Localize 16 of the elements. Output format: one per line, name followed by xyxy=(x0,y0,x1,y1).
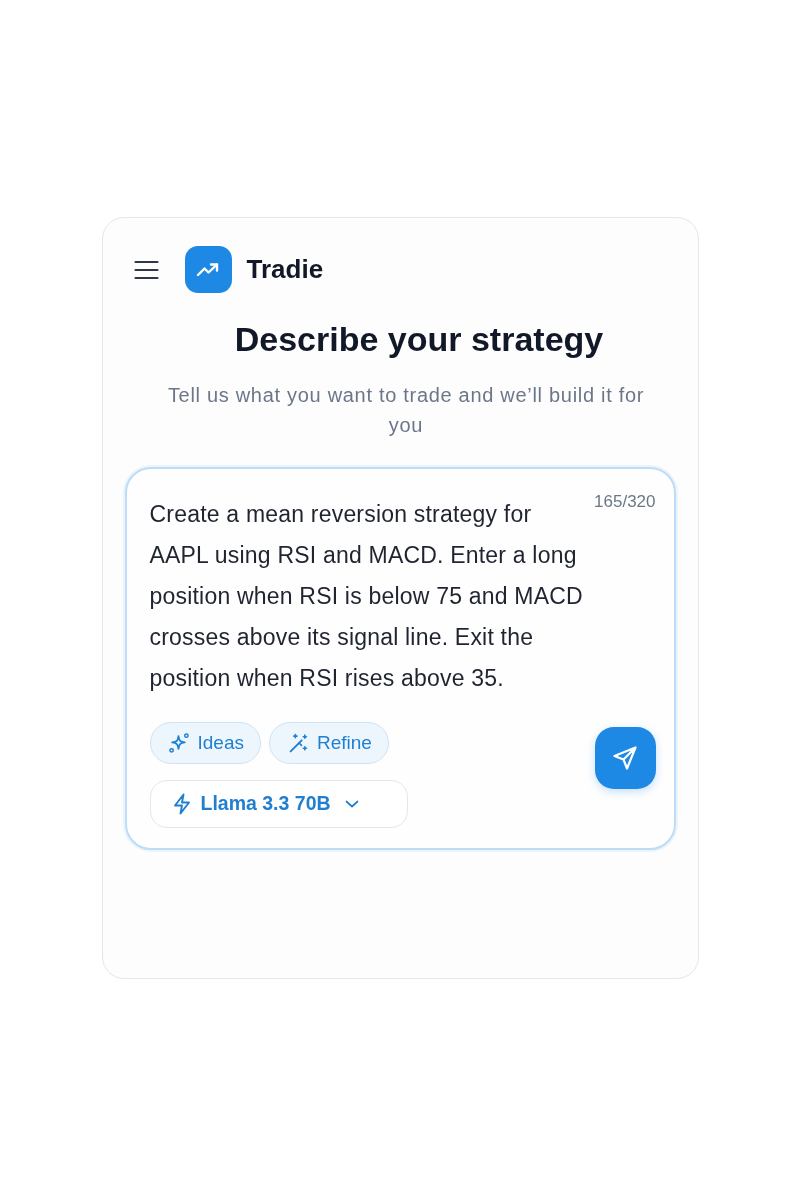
prompt-input[interactable]: Create a mean reversion strategy for AAPL using RSI and MACD. Enter a long position when RSI is below 75 and MACD crosses above its signal line. Exit the position when RSI rises above 35. xyxy=(149,493,595,699)
sparkle-icon xyxy=(168,732,189,753)
menu-icon[interactable] xyxy=(133,259,159,280)
magic-wand-icon xyxy=(288,732,308,753)
send-button[interactable] xyxy=(594,726,656,789)
page-heading: Describe your strategy xyxy=(233,319,605,360)
send-icon xyxy=(612,744,638,771)
ideas-button[interactable]: Ideas xyxy=(149,721,261,764)
chevron-down-icon xyxy=(344,799,359,808)
page-subtitle: Tell us what you want to trade and we’ll build it for you xyxy=(166,382,646,438)
logo-icon xyxy=(184,246,232,293)
app-title: Tradie xyxy=(246,253,324,286)
character-counter: 165/320 xyxy=(594,490,656,513)
model-selector[interactable]: Llama 3.3 70B xyxy=(149,779,408,828)
refine-button[interactable]: Refine xyxy=(269,721,389,764)
lightning-icon xyxy=(172,792,191,815)
